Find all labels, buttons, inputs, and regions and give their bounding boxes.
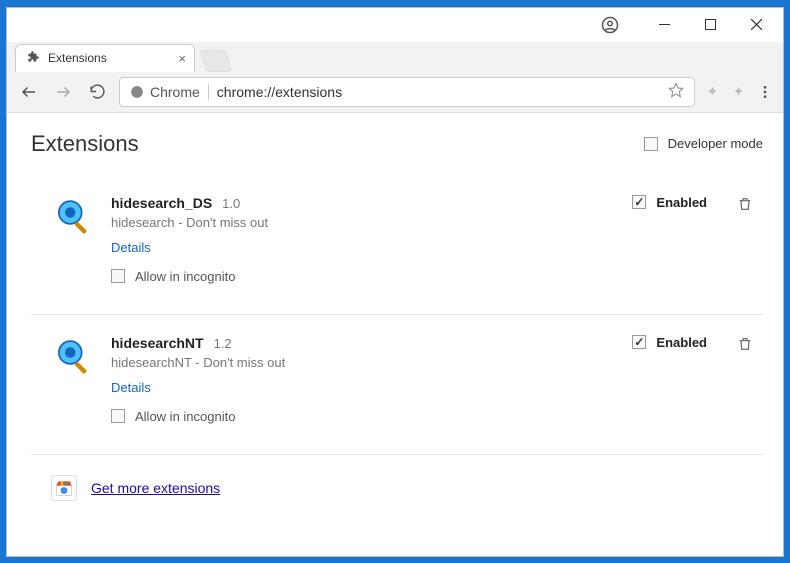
enabled-checkbox[interactable] — [632, 195, 646, 209]
developer-mode-checkbox[interactable] — [644, 137, 658, 151]
window-maximize-button[interactable] — [687, 10, 733, 40]
enabled-checkbox[interactable] — [632, 335, 646, 349]
remove-extension-button[interactable] — [737, 335, 753, 353]
bookmark-star-icon[interactable] — [668, 82, 684, 101]
toolbar-icon-2[interactable] — [731, 84, 747, 100]
enabled-label: Enabled — [656, 195, 707, 210]
forward-button[interactable] — [51, 78, 75, 106]
get-more-extensions-link[interactable]: Get more extensions — [91, 480, 220, 496]
omnibox-scheme-chip: Chrome — [130, 84, 209, 100]
extension-row: hidesearch_DS 1.0 hidesearch - Don't mis… — [31, 175, 763, 315]
extension-controls: Enabled — [632, 335, 753, 424]
extension-name: hidesearch_DS — [111, 195, 212, 211]
extension-name: hidesearchNT — [111, 335, 204, 351]
get-more-row: Get more extensions — [31, 455, 763, 521]
allow-incognito-label: Allow in incognito — [135, 409, 235, 424]
toolbar-area: Extensions × Chrome chrome://extensions — [7, 42, 783, 113]
allow-incognito-checkbox[interactable] — [111, 409, 125, 423]
extension-controls: Enabled — [632, 195, 753, 284]
enabled-toggle[interactable]: Enabled — [632, 335, 707, 350]
back-button[interactable] — [17, 78, 41, 106]
enabled-label: Enabled — [656, 335, 707, 350]
extension-icon — [51, 195, 93, 237]
web-store-icon — [51, 475, 77, 501]
window-titlebar — [7, 8, 783, 42]
tab-strip: Extensions × — [7, 42, 783, 72]
browser-window: Extensions × Chrome chrome://extensions — [6, 7, 784, 557]
navigation-toolbar: Chrome chrome://extensions — [7, 72, 783, 112]
extension-description: hidesearch - Don't miss out — [111, 215, 614, 230]
extension-version: 1.2 — [214, 336, 232, 351]
tab-title: Extensions — [48, 51, 107, 65]
allow-incognito-toggle[interactable]: Allow in incognito — [111, 409, 614, 424]
browser-tab[interactable]: Extensions × — [15, 44, 195, 72]
puzzle-icon — [26, 50, 40, 67]
extension-row: hidesearchNT 1.2 hidesearchNT - Don't mi… — [31, 315, 763, 455]
remove-extension-button[interactable] — [737, 195, 753, 213]
reload-button[interactable] — [85, 78, 109, 106]
extension-body: hidesearchNT 1.2 hidesearchNT - Don't mi… — [111, 335, 614, 424]
allow-incognito-checkbox[interactable] — [111, 269, 125, 283]
details-link[interactable]: Details — [111, 380, 614, 395]
header-row: Extensions Developer mode — [31, 131, 763, 157]
developer-mode-toggle[interactable]: Developer mode — [644, 136, 763, 151]
extension-icon — [51, 335, 93, 377]
extension-version: 1.0 — [222, 196, 240, 211]
developer-mode-label: Developer mode — [668, 136, 763, 151]
extension-description: hidesearchNT - Don't miss out — [111, 355, 614, 370]
omnibox-url: chrome://extensions — [217, 84, 342, 100]
toolbar-icon-1[interactable] — [705, 84, 721, 100]
address-bar[interactable]: Chrome chrome://extensions — [119, 77, 695, 107]
page-content: Extensions Developer mode hidesearch_DS … — [7, 113, 783, 556]
extension-body: hidesearch_DS 1.0 hidesearch - Don't mis… — [111, 195, 614, 284]
allow-incognito-label: Allow in incognito — [135, 269, 235, 284]
window-minimize-button[interactable] — [641, 10, 687, 40]
tab-close-icon[interactable]: × — [178, 51, 186, 66]
page-title: Extensions — [31, 131, 139, 157]
chrome-icon — [130, 85, 144, 99]
menu-icon[interactable] — [757, 84, 773, 100]
allow-incognito-toggle[interactable]: Allow in incognito — [111, 269, 614, 284]
details-link[interactable]: Details — [111, 240, 614, 255]
window-close-button[interactable] — [733, 10, 779, 40]
new-tab-button[interactable] — [199, 50, 232, 72]
enabled-toggle[interactable]: Enabled — [632, 195, 707, 210]
profile-icon[interactable] — [587, 10, 633, 40]
